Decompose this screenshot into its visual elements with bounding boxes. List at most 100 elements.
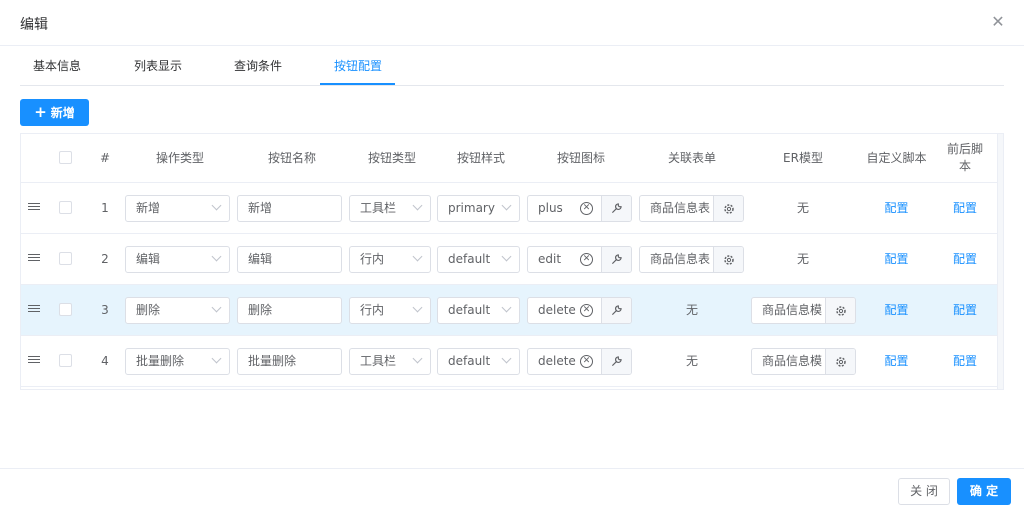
- er-model-value: 无: [796, 252, 809, 266]
- form-value: 无: [685, 303, 698, 317]
- op-type-select[interactable]: 编辑: [125, 246, 230, 273]
- active-tab-indicator: [320, 83, 395, 85]
- dialog-header: 编辑 ✕: [0, 0, 1024, 46]
- btn-style-select[interactable]: default: [437, 246, 520, 273]
- custom-script-config-link[interactable]: 配置: [859, 234, 934, 284]
- drag-handle-icon[interactable]: [28, 203, 40, 213]
- header-op-type: 操作类型: [155, 151, 204, 165]
- btn-type-select[interactable]: 行内: [349, 297, 431, 324]
- row-checkbox[interactable]: [59, 354, 72, 367]
- header-btn-style: 按钮样式: [456, 151, 505, 165]
- btn-icon-input[interactable]: plus ✕: [527, 195, 632, 222]
- dialog-title: 编辑: [20, 17, 48, 33]
- table-scrollbar[interactable]: [997, 134, 1003, 389]
- btn-style-select[interactable]: primary: [437, 195, 520, 222]
- form-input[interactable]: 商品信息表: [639, 246, 744, 273]
- op-type-select[interactable]: 批量删除: [125, 348, 230, 375]
- btn-style-select[interactable]: default: [437, 348, 520, 375]
- clear-icon[interactable]: ✕: [580, 304, 593, 317]
- op-type-value: 编辑: [136, 252, 161, 266]
- form-input[interactable]: 商品信息表: [639, 195, 744, 222]
- btn-style-value: default: [448, 252, 491, 266]
- table-row: 2 编辑 编辑 行内 default edit ✕ 商品信息表 无 配置 配置: [21, 234, 997, 285]
- clear-icon[interactable]: ✕: [580, 253, 593, 266]
- header-index: #: [99, 151, 111, 165]
- btn-name-input[interactable]: 新增: [237, 195, 342, 222]
- btn-name-input[interactable]: 编辑: [237, 246, 342, 273]
- row-checkbox[interactable]: [59, 201, 72, 214]
- wrench-icon[interactable]: [601, 196, 631, 221]
- tab-basic-info[interactable]: 基本信息: [33, 46, 81, 86]
- er-model-value: 商品信息模: [762, 303, 823, 317]
- gear-icon[interactable]: [713, 247, 743, 272]
- dialog-footer: 关 闭 确 定: [0, 468, 1024, 514]
- drag-handle-icon[interactable]: [28, 305, 40, 315]
- select-all-checkbox[interactable]: [59, 151, 72, 164]
- btn-icon-input[interactable]: delete ✕: [527, 297, 632, 324]
- row-checkbox[interactable]: [59, 303, 72, 316]
- wrench-icon[interactable]: [601, 349, 631, 374]
- header-form: 关联表单: [667, 151, 716, 165]
- close-button[interactable]: 关 闭: [898, 478, 950, 505]
- custom-script-config-link[interactable]: 配置: [859, 285, 934, 335]
- prepost-script-config-link[interactable]: 配置: [936, 336, 994, 386]
- chevron-down-icon: [501, 353, 512, 364]
- chevron-down-icon: [412, 302, 423, 313]
- btn-type-select[interactable]: 行内: [349, 246, 431, 273]
- row-index: 2: [101, 252, 109, 266]
- prepost-script-config-link[interactable]: 配置: [936, 183, 994, 233]
- tab-query-conditions[interactable]: 查询条件: [234, 46, 282, 86]
- tab-bar: 基本信息 列表显示 查询条件 按钮配置: [20, 46, 1004, 86]
- btn-type-value: 行内: [360, 252, 385, 266]
- er-model-input[interactable]: 商品信息模: [751, 348, 856, 375]
- chevron-down-icon: [211, 251, 222, 262]
- row-checkbox[interactable]: [59, 252, 72, 265]
- close-icon[interactable]: ✕: [990, 13, 1006, 31]
- gear-icon[interactable]: [825, 298, 855, 323]
- add-button[interactable]: + 新增: [20, 99, 89, 126]
- wrench-icon[interactable]: [601, 247, 631, 272]
- tab-list-display[interactable]: 列表显示: [134, 46, 182, 86]
- drag-handle-icon[interactable]: [28, 356, 40, 366]
- op-type-select[interactable]: 新增: [125, 195, 230, 222]
- btn-icon-value: plus: [538, 201, 563, 215]
- btn-icon-input[interactable]: delete ✕: [527, 348, 632, 375]
- table-row: 3 删除 删除 行内 default delete ✕ 无 商品信息模 配置 配…: [21, 285, 997, 336]
- btn-type-select[interactable]: 工具栏: [349, 195, 431, 222]
- table-header-row: # 操作类型 按钮名称 按钮类型 按钮样式 按钮图标 关联表单 ER模型 自定义…: [21, 134, 997, 183]
- btn-type-value: 工具栏: [360, 354, 397, 368]
- clear-icon[interactable]: ✕: [580, 202, 593, 215]
- clear-icon[interactable]: ✕: [580, 355, 593, 368]
- btn-name-input[interactable]: 删除: [237, 297, 342, 324]
- btn-type-select[interactable]: 工具栏: [349, 348, 431, 375]
- btn-style-value: default: [448, 303, 491, 317]
- custom-script-config-link[interactable]: 配置: [859, 183, 934, 233]
- er-model-input[interactable]: 商品信息模: [751, 297, 856, 324]
- prepost-script-config-link[interactable]: 配置: [936, 285, 994, 335]
- btn-name-input[interactable]: 批量删除: [237, 348, 342, 375]
- er-model-value: 商品信息模: [762, 354, 823, 368]
- header-btn-type: 按钮类型: [367, 151, 416, 165]
- tab-button-config[interactable]: 按钮配置: [334, 46, 382, 86]
- header-er-model: ER模型: [783, 151, 823, 165]
- header-prepost-line2: 本: [958, 159, 971, 173]
- btn-style-select[interactable]: default: [437, 297, 520, 324]
- header-custom-script: 自定义脚本: [866, 151, 927, 165]
- custom-script-config-link[interactable]: 配置: [859, 336, 934, 386]
- btn-type-value: 工具栏: [360, 201, 397, 215]
- header-prepost-line1: 前后脚: [946, 142, 983, 156]
- gear-icon[interactable]: [825, 349, 855, 374]
- confirm-button[interactable]: 确 定: [957, 478, 1011, 505]
- row-index: 3: [101, 303, 109, 317]
- op-type-select[interactable]: 删除: [125, 297, 230, 324]
- btn-icon-value: delete: [538, 354, 576, 368]
- drag-handle-icon[interactable]: [28, 254, 40, 264]
- btn-icon-input[interactable]: edit ✕: [527, 246, 632, 273]
- wrench-icon[interactable]: [601, 298, 631, 323]
- chevron-down-icon: [211, 200, 222, 211]
- row-index: 1: [101, 201, 109, 215]
- chevron-down-icon: [211, 302, 222, 313]
- chevron-down-icon: [412, 251, 423, 262]
- gear-icon[interactable]: [713, 196, 743, 221]
- prepost-script-config-link[interactable]: 配置: [936, 234, 994, 284]
